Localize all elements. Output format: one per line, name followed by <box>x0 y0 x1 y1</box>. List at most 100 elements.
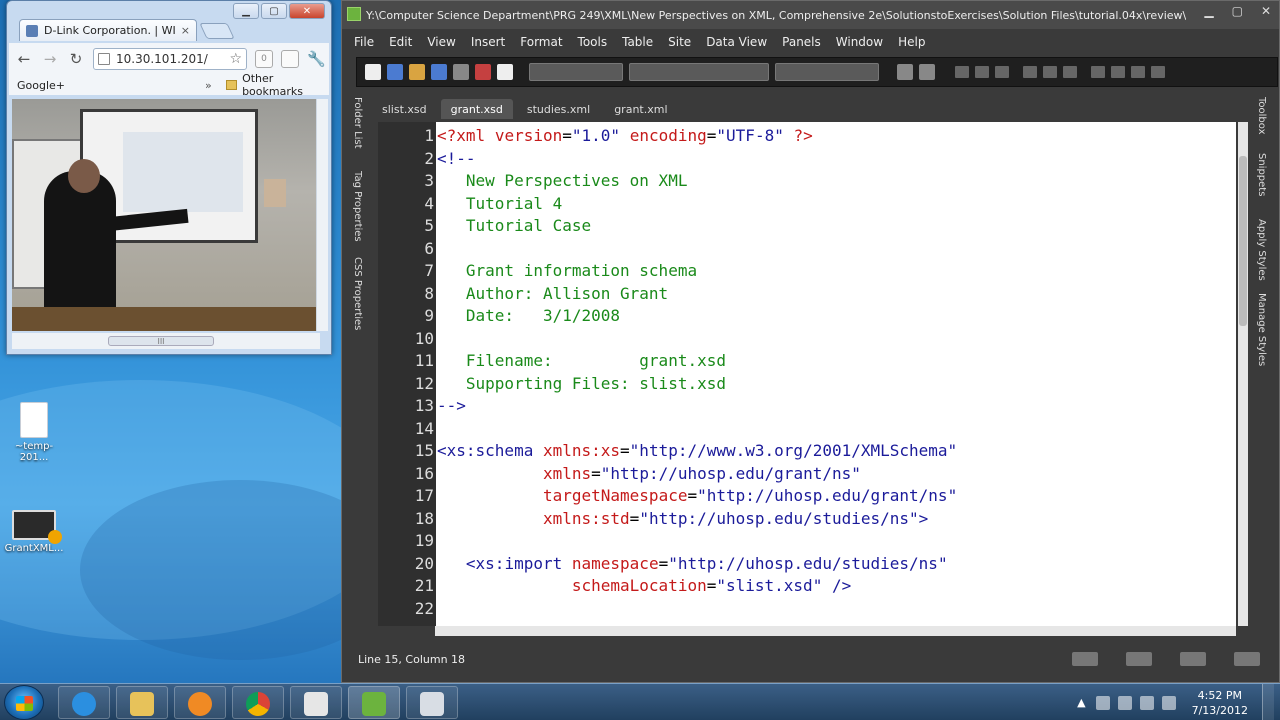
browser-vertical-scrollbar[interactable] <box>316 99 328 331</box>
code-line[interactable]: --> <box>437 396 466 415</box>
tab-grant-xml[interactable]: grant.xml <box>604 99 677 119</box>
menu-window[interactable]: Window <box>836 35 883 49</box>
code-line[interactable]: xmlns:std="http://uhosp.edu/studies/ns"> <box>437 509 928 528</box>
clock[interactable]: 4:52 PM 7/13/2012 <box>1192 688 1248 718</box>
code-line[interactable]: Tutorial 4 <box>437 194 562 213</box>
code-line[interactable]: Tutorial Case <box>437 216 591 235</box>
code-vertical-scrollbar[interactable] <box>1238 122 1248 626</box>
menu-data-view[interactable]: Data View <box>706 35 767 49</box>
code-line[interactable]: Grant information schema <box>437 261 697 280</box>
bookmark-star-icon[interactable]: ☆ <box>229 51 242 67</box>
save-all-icon[interactable] <box>453 64 469 80</box>
scroll-thumb[interactable] <box>1239 156 1247 326</box>
preview-icon[interactable] <box>497 64 513 80</box>
browser-tab[interactable]: D-Link Corporation. | WIR × <box>19 19 197 41</box>
extension-badge[interactable]: 0 <box>255 50 273 68</box>
menu-edit[interactable]: Edit <box>389 35 412 49</box>
tab-grant-xsd[interactable]: grant.xsd <box>440 99 513 119</box>
minimize-icon[interactable]: ▁ <box>1204 4 1213 18</box>
wrench-icon[interactable]: 🔧 <box>307 50 326 68</box>
panel-folder-list[interactable]: Folder List <box>352 97 363 149</box>
underline-icon[interactable] <box>995 66 1009 78</box>
reload-icon[interactable]: ↻ <box>67 50 85 68</box>
scroll-thumb[interactable]: III <box>108 336 214 346</box>
browser-horizontal-scrollbar[interactable]: III <box>12 333 320 349</box>
tab-studies-xml[interactable]: studies.xml <box>517 99 600 119</box>
menu-help[interactable]: Help <box>898 35 925 49</box>
align-left-icon[interactable] <box>1023 66 1037 78</box>
back-arrow-icon[interactable]: ← <box>15 50 33 68</box>
style-dropdown[interactable] <box>529 63 623 81</box>
outdent-icon[interactable] <box>1131 66 1145 78</box>
bold-icon[interactable] <box>955 66 969 78</box>
code-line[interactable]: schemaLocation="slist.xsd" /> <box>437 576 851 595</box>
code-line[interactable]: xmlns="http://uhosp.edu/grant/ns" <box>437 464 861 483</box>
code-line[interactable]: <!-- <box>437 149 476 168</box>
volume-icon[interactable] <box>1161 695 1176 710</box>
numbered-list-icon[interactable] <box>1091 66 1105 78</box>
network-icon[interactable] <box>1139 695 1154 710</box>
tab-slist-xsd[interactable]: slist.xsd <box>372 99 437 119</box>
code-horizontal-scrollbar[interactable] <box>435 626 1236 636</box>
publish-icon[interactable] <box>475 64 491 80</box>
close-window-icon[interactable]: ✕ <box>1261 4 1271 18</box>
menu-table[interactable]: Table <box>622 35 653 49</box>
font-dropdown[interactable] <box>629 63 769 81</box>
menu-tools[interactable]: Tools <box>578 35 608 49</box>
bulleted-list-icon[interactable] <box>1111 66 1125 78</box>
other-bookmarks[interactable]: Other bookmarks <box>242 72 323 98</box>
taskbar-app[interactable] <box>290 686 342 719</box>
undo-icon[interactable] <box>897 64 913 80</box>
panel-tag-properties[interactable]: Tag Properties <box>352 171 363 242</box>
action-center-flag-icon[interactable] <box>1095 695 1110 710</box>
panel-css-properties[interactable]: CSS Properties <box>352 257 363 330</box>
code-line[interactable]: Supporting Files: slist.xsd <box>437 374 726 393</box>
maximize-icon[interactable]: ▢ <box>261 3 287 19</box>
view-mode-icon[interactable] <box>1072 652 1098 666</box>
save-icon[interactable] <box>431 64 447 80</box>
desktop-icon-temp-file[interactable]: ~temp-201... <box>2 402 66 463</box>
italic-icon[interactable] <box>975 66 989 78</box>
start-button[interactable] <box>4 685 44 720</box>
taskbar-window[interactable] <box>406 686 458 719</box>
new-tab-button[interactable] <box>199 23 235 39</box>
panel-apply-styles[interactable]: Apply Styles <box>1256 219 1267 281</box>
maximize-icon[interactable]: ▢ <box>1232 4 1243 18</box>
close-tab-icon[interactable]: × <box>181 24 196 37</box>
forward-arrow-icon[interactable]: → <box>41 50 59 68</box>
open-icon[interactable] <box>387 64 403 80</box>
show-desktop-button[interactable] <box>1262 684 1274 720</box>
align-right-icon[interactable] <box>1063 66 1077 78</box>
taskbar-explorer[interactable] <box>116 686 168 719</box>
panel-manage-styles[interactable]: Manage Styles <box>1256 293 1267 366</box>
extension-icon[interactable] <box>281 50 299 68</box>
address-bar[interactable]: 10.30.101.201/ ☆ <box>93 48 247 70</box>
code-line[interactable]: Author: Allison Grant <box>437 284 668 303</box>
close-window-icon[interactable]: ✕ <box>289 3 325 19</box>
layout-icon[interactable] <box>1126 652 1152 666</box>
code-line[interactable]: <?xml version="1.0" encoding="UTF-8" ?> <box>437 126 813 145</box>
code-line[interactable]: Date: 3/1/2008 <box>437 306 620 325</box>
bookmark-google-plus[interactable]: Google+ <box>17 79 65 92</box>
size-dropdown[interactable] <box>775 63 879 81</box>
panel-snippets[interactable]: Snippets <box>1256 153 1267 196</box>
redo-icon[interactable] <box>919 64 935 80</box>
taskbar-ie[interactable] <box>58 686 110 719</box>
panel-toggle-icon[interactable] <box>1180 652 1206 666</box>
tray-expand-icon[interactable]: ▲ <box>1077 696 1085 709</box>
menu-panels[interactable]: Panels <box>782 35 821 49</box>
indent-icon[interactable] <box>1151 66 1165 78</box>
menu-insert[interactable]: Insert <box>471 35 505 49</box>
panel-toolbox[interactable]: Toolbox <box>1256 97 1267 135</box>
tray-app-icon[interactable] <box>1117 695 1132 710</box>
taskbar-expression-web[interactable] <box>348 686 400 719</box>
code-area[interactable]: <?xml version="1.0" encoding="UTF-8" ?> <… <box>437 122 1236 626</box>
code-editor[interactable]: 1 2 3 4 5 6 7 8 9 10 11 12 13 14 15 16 17 18 19 20 21 22 <?xm… <box>378 122 1236 626</box>
new-file-icon[interactable] <box>365 64 381 80</box>
code-line[interactable]: <xs:schema xmlns:xs="http://www.w3.org/2… <box>437 441 957 460</box>
bookmarks-overflow-chevron[interactable]: » <box>205 79 212 92</box>
code-line[interactable]: <xs:import namespace="http://uhosp.edu/s… <box>437 554 948 573</box>
code-line[interactable]: targetNamespace="http://uhosp.edu/grant/… <box>437 486 957 505</box>
align-center-icon[interactable] <box>1043 66 1057 78</box>
menu-site[interactable]: Site <box>668 35 691 49</box>
